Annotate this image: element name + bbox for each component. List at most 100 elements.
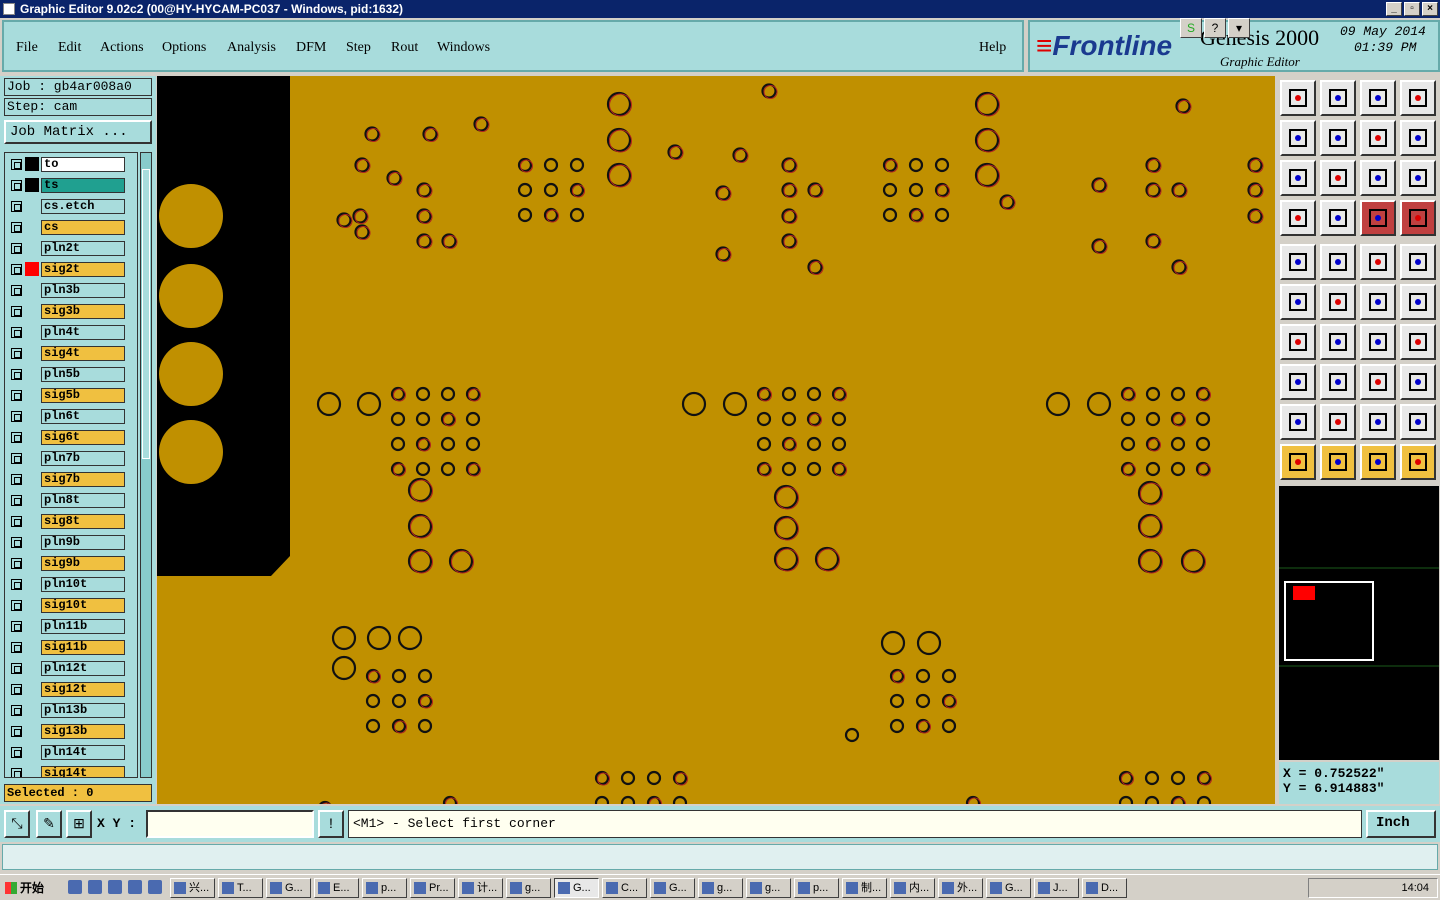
layer-checkbox[interactable] xyxy=(11,453,22,464)
layer-row[interactable]: pln9b xyxy=(7,534,127,551)
tool-button[interactable] xyxy=(1400,120,1436,156)
layer-checkbox[interactable] xyxy=(11,201,22,212)
layer-row[interactable]: pln3b xyxy=(7,282,127,299)
layer-label[interactable]: pln2t xyxy=(41,241,125,256)
tool-button[interactable] xyxy=(1320,324,1356,360)
tool-button[interactable] xyxy=(1360,404,1396,440)
layer-label[interactable]: cs.etch xyxy=(41,199,125,214)
layer-label[interactable]: pln11b xyxy=(41,619,125,634)
taskbar-task[interactable]: G... xyxy=(266,878,311,898)
layer-checkbox[interactable] xyxy=(11,579,22,590)
layer-row[interactable]: sig4t xyxy=(7,345,127,362)
tool-button[interactable] xyxy=(1320,444,1356,480)
taskbar-task[interactable]: 内... xyxy=(890,878,935,898)
taskbar-task[interactable]: 兴... xyxy=(170,878,215,898)
taskbar-task[interactable]: Pr... xyxy=(410,878,455,898)
info-icon[interactable]: ! xyxy=(318,810,344,838)
tool-button[interactable] xyxy=(1360,120,1396,156)
taskbar-task[interactable]: D... xyxy=(1082,878,1127,898)
layer-label[interactable]: pln12t xyxy=(41,661,125,676)
taskbar-task[interactable]: p... xyxy=(794,878,839,898)
layer-label[interactable]: sig8t xyxy=(41,514,125,529)
tool-button[interactable] xyxy=(1360,200,1396,236)
layer-label[interactable]: sig14t xyxy=(41,766,125,777)
layer-row[interactable]: cs xyxy=(7,219,127,236)
layer-label[interactable]: sig6t xyxy=(41,430,125,445)
tool-button[interactable] xyxy=(1280,244,1316,280)
minimize-button[interactable]: _ xyxy=(1386,2,1402,16)
layer-label[interactable]: sig4t xyxy=(41,346,125,361)
taskbar-task[interactable]: g... xyxy=(506,878,551,898)
tool-button[interactable] xyxy=(1360,324,1396,360)
layer-label[interactable]: sig11b xyxy=(41,640,125,655)
tool-button[interactable] xyxy=(1280,120,1316,156)
layer-row[interactable]: cs.etch xyxy=(7,198,127,215)
tool-button[interactable] xyxy=(1360,364,1396,400)
layer-row[interactable]: sig13b xyxy=(7,723,127,740)
tool-button[interactable] xyxy=(1280,364,1316,400)
layer-row[interactable]: sig12t xyxy=(7,681,127,698)
dropdown-icon[interactable]: ▾ xyxy=(1228,18,1250,38)
overview-map[interactable] xyxy=(1279,486,1439,760)
taskbar-task[interactable]: J... xyxy=(1034,878,1079,898)
taskbar-task[interactable]: G... xyxy=(986,878,1031,898)
menu-rout[interactable]: Rout xyxy=(391,40,418,56)
tool-button[interactable] xyxy=(1320,364,1356,400)
layer-label[interactable]: sig12t xyxy=(41,682,125,697)
layer-checkbox[interactable] xyxy=(11,306,22,317)
job-matrix-button[interactable]: Job Matrix ... xyxy=(4,120,152,144)
layer-row[interactable]: sig10t xyxy=(7,597,127,614)
start-button[interactable]: 开始 xyxy=(2,878,52,898)
layer-checkbox[interactable] xyxy=(11,264,22,275)
layer-checkbox[interactable] xyxy=(11,663,22,674)
taskbar-task[interactable]: 制... xyxy=(842,878,887,898)
layer-checkbox[interactable] xyxy=(11,768,22,777)
layer-checkbox[interactable] xyxy=(11,726,22,737)
tool-button[interactable] xyxy=(1280,80,1316,116)
layer-label[interactable]: sig9b xyxy=(41,556,125,571)
layer-label[interactable]: pln7b xyxy=(41,451,125,466)
menu-edit[interactable]: Edit xyxy=(58,40,81,56)
layer-row[interactable]: pln6t xyxy=(7,408,127,425)
zoom-area-icon[interactable]: ⤡ xyxy=(4,810,30,838)
taskbar-task[interactable]: G... xyxy=(554,878,599,898)
tool-button[interactable] xyxy=(1400,444,1436,480)
menu-analysis[interactable]: Analysis xyxy=(227,40,276,56)
layer-checkbox[interactable] xyxy=(11,327,22,338)
layer-checkbox[interactable] xyxy=(11,390,22,401)
layer-row[interactable]: sig7b xyxy=(7,471,127,488)
layer-row[interactable]: pln12t xyxy=(7,660,127,677)
tool-button[interactable] xyxy=(1360,244,1396,280)
layer-row[interactable]: sig3b xyxy=(7,303,127,320)
layer-label[interactable]: ts xyxy=(41,178,125,193)
layer-checkbox[interactable] xyxy=(11,495,22,506)
taskbar-task[interactable]: g... xyxy=(698,878,743,898)
tool-button[interactable] xyxy=(1280,404,1316,440)
layer-label[interactable]: cs xyxy=(41,220,125,235)
layer-checkbox[interactable] xyxy=(11,180,22,191)
layer-checkbox[interactable] xyxy=(11,705,22,716)
tool-button[interactable] xyxy=(1280,324,1316,360)
layer-row[interactable]: pln2t xyxy=(7,240,127,257)
help-query-icon[interactable]: ? xyxy=(1204,18,1226,38)
layer-checkbox[interactable] xyxy=(11,642,22,653)
layer-label[interactable]: pln9b xyxy=(41,535,125,550)
taskbar-task[interactable]: 外... xyxy=(938,878,983,898)
layer-checkbox[interactable] xyxy=(11,159,22,170)
layer-checkbox[interactable] xyxy=(11,684,22,695)
tool-button[interactable] xyxy=(1400,244,1436,280)
tool-button[interactable] xyxy=(1280,200,1316,236)
tool-button[interactable] xyxy=(1320,160,1356,196)
taskbar-task[interactable]: C... xyxy=(602,878,647,898)
layer-checkbox[interactable] xyxy=(11,621,22,632)
layer-checkbox[interactable] xyxy=(11,411,22,422)
layer-label[interactable]: pln14t xyxy=(41,745,125,760)
layer-label[interactable]: pln4t xyxy=(41,325,125,340)
tool-button[interactable] xyxy=(1400,160,1436,196)
menu-dfm[interactable]: DFM xyxy=(296,40,326,56)
tool-button[interactable] xyxy=(1400,80,1436,116)
close-button[interactable]: × xyxy=(1422,2,1438,16)
tool-button[interactable] xyxy=(1320,200,1356,236)
scroll-thumb[interactable] xyxy=(142,169,150,459)
unit-selector[interactable]: Inch xyxy=(1366,810,1436,838)
